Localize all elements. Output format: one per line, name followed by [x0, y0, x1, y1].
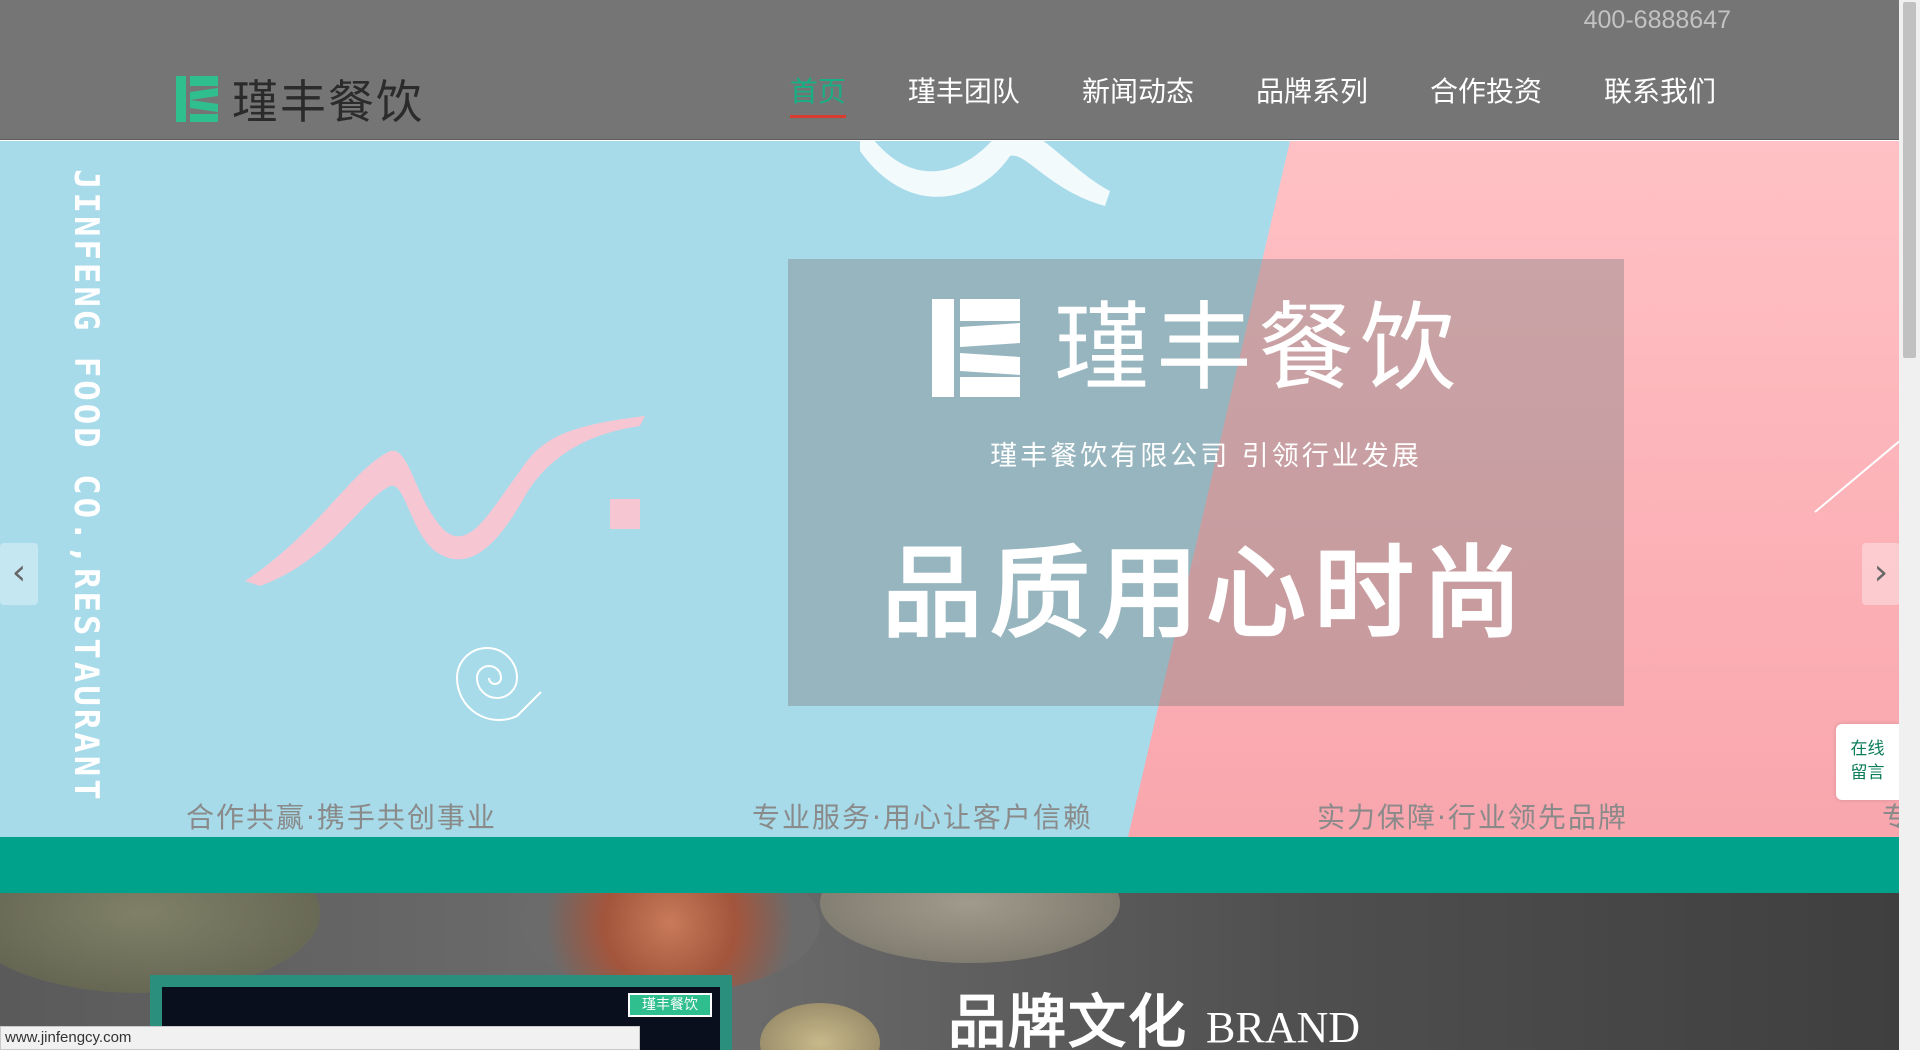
brand-title-en: BRAND — [1206, 1003, 1361, 1050]
banner-logo: 瑾丰餐饮 — [932, 299, 1462, 397]
logo-mark-icon — [176, 76, 218, 122]
banner-center-box: 瑾丰餐饮 瑾丰餐饮有限公司 引领行业发展 品质用心时尚 — [788, 259, 1624, 706]
nav-item-news[interactable]: 新闻动态 — [1082, 70, 1194, 116]
banner-headline: 品质用心时尚 — [882, 535, 1530, 652]
main-nav: 首页 瑾丰团队 新闻动态 品牌系列 合作投资 联系我们 — [728, 70, 1716, 118]
brand-section-title: 品牌文化 BRAND — [948, 975, 1360, 1050]
page-scrollbar[interactable] — [1899, 0, 1920, 1050]
nav-item-brands[interactable]: 品牌系列 — [1256, 70, 1368, 116]
seed-bowl-image — [760, 1003, 880, 1050]
site-header: 400-6888647 瑾丰餐饮 首页 瑾丰团队 新闻动态 品牌系列 合作投资 … — [0, 0, 1899, 140]
banner-logo-text: 瑾丰餐饮 — [1054, 292, 1462, 404]
online-message-button[interactable]: 在线 留言 — [1836, 724, 1899, 800]
video-logo-badge: 瑾丰餐饮 — [628, 993, 712, 1017]
hotline-number: 400-6888647 — [1583, 6, 1731, 34]
slogan-item: 专 — [1882, 801, 1899, 834]
logo-text: 瑾丰餐饮 — [232, 75, 424, 129]
brand-title-cn: 品牌文化 — [948, 988, 1189, 1050]
hero-banner: JINFENG FOOD CO.,RESTAURANT 瑾丰餐饮 瑾丰餐饮有限公… — [0, 141, 1899, 837]
grain-bowl-image — [820, 893, 1120, 963]
online-message-line2: 留言 — [1850, 763, 1885, 783]
carousel-prev-button[interactable]: ‹ — [0, 543, 38, 605]
banner-subtitle: 瑾丰餐饮有限公司 引领行业发展 — [990, 441, 1422, 472]
green-divider-bar — [0, 837, 1899, 893]
online-message-line1: 在线 — [1850, 739, 1885, 759]
slogan-item: 专业服务·用心让客户信赖 — [752, 801, 1093, 834]
nav-item-home[interactable]: 首页 — [789, 70, 846, 118]
ribbon-top-decoration — [860, 141, 1110, 206]
carousel-next-button[interactable]: › — [1862, 543, 1899, 605]
browser-status-url: www.jinfengcy.com — [0, 1026, 640, 1050]
scrollbar-thumb[interactable] — [1903, 2, 1916, 358]
vertical-company-name: JINFENG FOOD CO.,RESTAURANT — [66, 169, 106, 803]
nav-item-investment[interactable]: 合作投资 — [1430, 70, 1542, 116]
slogan-item: 合作共赢·携手共创事业 — [186, 801, 497, 834]
nav-item-contact[interactable]: 联系我们 — [1604, 70, 1716, 116]
nav-item-team[interactable]: 瑾丰团队 — [908, 70, 1020, 116]
slogan-item: 实力保障·行业领先品牌 — [1317, 801, 1628, 834]
banner-logo-mark-icon — [932, 299, 1020, 397]
spiral-decoration — [455, 647, 542, 721]
site-logo[interactable]: 瑾丰餐饮 — [176, 66, 424, 132]
pink-ribbon-decoration — [245, 416, 645, 586]
